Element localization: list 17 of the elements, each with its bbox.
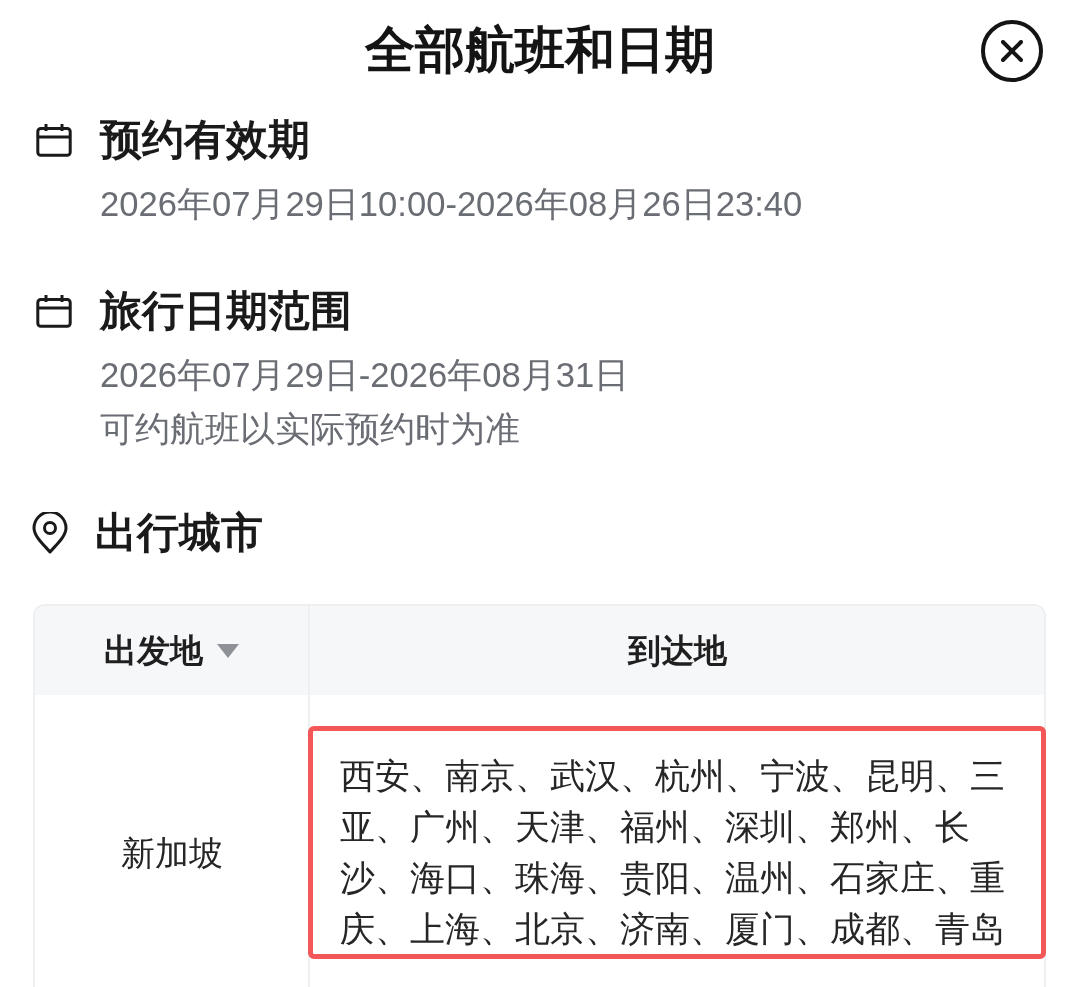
section-heading: 旅行日期范围: [100, 286, 352, 336]
close-button[interactable]: [981, 20, 1043, 82]
section-heading: 预约有效期: [100, 115, 310, 165]
close-icon[interactable]: [1001, 40, 1023, 62]
section-detail-text: 可约航班以实际预约时为准: [100, 409, 520, 450]
column-filter-button[interactable]: 出发地: [104, 628, 239, 673]
column-heading: 到达地: [627, 630, 727, 671]
calendar-icon: [36, 294, 72, 328]
section-detail-text: 2026年07月29日10:00-2026年08月26日23:40: [100, 184, 803, 225]
calendar-icon: [36, 123, 72, 157]
arrival-cities: 西安、南京、武汉、杭州、宁波、昆明、三亚、广州、天津、福州、深圳、郑州、长沙、海口、珠海、贵阳、温州、石家庄、重庆、上海、北京、济南、厦门、成都、青岛: [340, 756, 1006, 950]
departure-city: 新加坡: [120, 833, 223, 874]
section-heading: 出行城市: [95, 508, 263, 558]
location-pin-icon: [32, 512, 68, 554]
dialog-title: 全部航班和日期: [365, 21, 715, 80]
caret-icon: [217, 643, 239, 658]
section-detail-text: 2026年07月29日-2026年08月31日: [100, 355, 630, 396]
